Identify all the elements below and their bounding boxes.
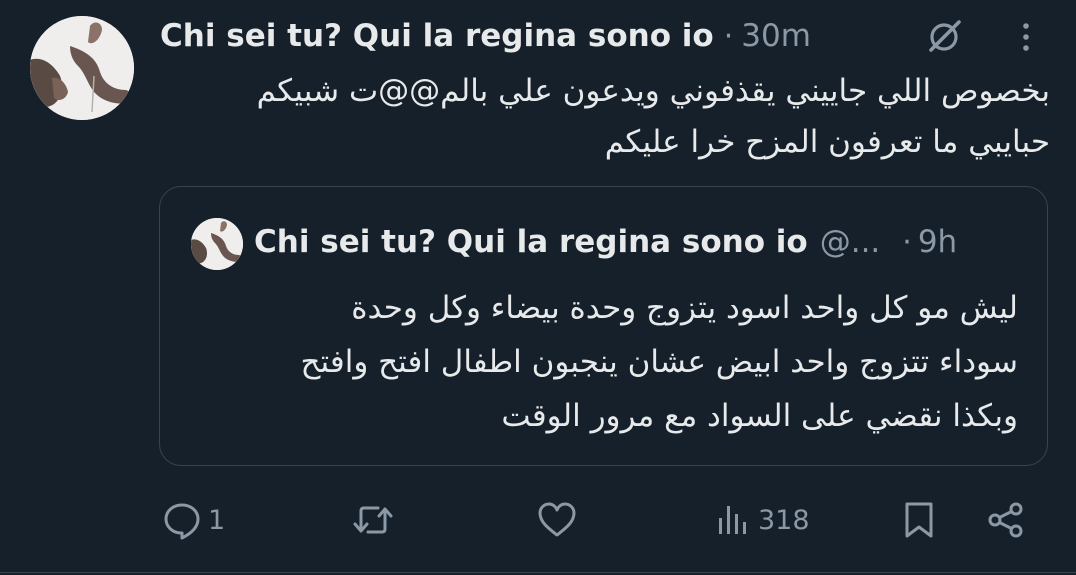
views-count: 318 [758, 504, 810, 536]
quoted-text-line: وبكذا نقضي على السواد مع مرور الوقت [501, 398, 1018, 434]
bookmark-icon [902, 500, 936, 540]
quoted-avatar [191, 218, 243, 270]
tweet-text-line: حبايبي ما تعرفون المزح خرا عليكم [604, 124, 1050, 160]
views-button[interactable]: 318 [716, 498, 810, 542]
quoted-text-line: ليش مو كل واحد اسود يتزوج وحدة بيضاء وكل… [351, 290, 1018, 326]
like-icon [536, 500, 578, 540]
bookmark-button[interactable] [902, 498, 936, 542]
action-bar: 1 318 [0, 490, 1076, 550]
quoted-header: Chi sei tu? Qui la regina sono io @... ·… [254, 217, 957, 267]
grok-icon[interactable] [925, 16, 965, 56]
avatar[interactable] [30, 16, 134, 120]
tweet-text: بخصوص اللي جاييني يقذفوني ويدعون علي بال… [150, 66, 1050, 168]
views-icon [716, 500, 752, 540]
quoted-handle: @... [819, 224, 881, 260]
reply-count: 1 [208, 504, 226, 536]
divider [0, 572, 1076, 573]
retweet-icon [352, 500, 394, 540]
quoted-text-line: سوداء تتزوج واحد ابيض عشان ينجبون اطفال … [300, 344, 1018, 380]
author-name[interactable]: Chi sei tu? Qui la regina sono io [160, 18, 714, 54]
timestamp[interactable]: 30m [741, 18, 811, 54]
tweet-header: Chi sei tu? Qui la regina sono io · 30m [160, 12, 811, 60]
quoted-timestamp: 9h [917, 224, 958, 260]
quoted-author-name: Chi sei tu? Qui la regina sono io [254, 224, 808, 260]
separator-dot: · [902, 224, 912, 260]
share-icon [986, 500, 1026, 540]
reply-icon [162, 500, 202, 540]
reply-button[interactable]: 1 [162, 498, 225, 542]
tweet: Chi sei tu? Qui la regina sono io · 30m … [0, 0, 1076, 575]
share-button[interactable] [986, 498, 1026, 542]
tweet-text-line: بخصوص اللي جاييني يقذفوني ويدعون علي بال… [256, 73, 1050, 109]
quoted-tweet[interactable]: Chi sei tu? Qui la regina sono io @... ·… [159, 186, 1048, 466]
like-button[interactable] [536, 498, 578, 542]
quoted-text: ليش مو كل واحد اسود يتزوج وحدة بيضاء وكل… [180, 281, 1018, 443]
retweet-button[interactable] [352, 498, 394, 542]
more-icon[interactable] [1014, 20, 1038, 56]
separator-dot: · [723, 18, 734, 54]
